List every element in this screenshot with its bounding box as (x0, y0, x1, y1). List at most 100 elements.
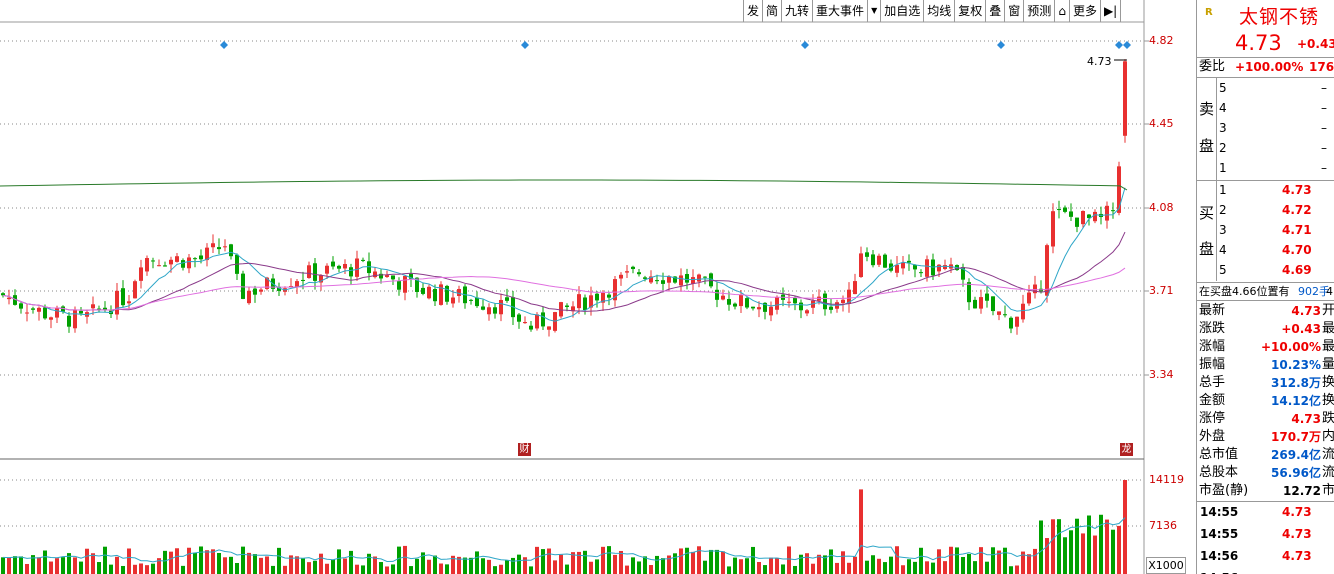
volume-bar (859, 489, 863, 574)
candle-body (541, 312, 545, 327)
sell-level: 4 (1219, 101, 1227, 115)
volume-bar (433, 555, 437, 574)
candle-body (493, 307, 497, 314)
volume-bar (583, 550, 587, 574)
last-price-label: 4.73 (1087, 55, 1112, 68)
buy-price[interactable]: 4.73 (1282, 181, 1312, 199)
volume-bar (313, 560, 317, 574)
candle-body (751, 306, 755, 309)
volume-bar (1003, 547, 1007, 574)
candle-body (625, 271, 629, 273)
volume-bar (787, 546, 791, 574)
dragon-tiger-marker[interactable]: 龙 (1120, 443, 1133, 456)
tick-price: 4.73 (1282, 527, 1312, 541)
volume-bar (835, 562, 839, 574)
sell-price[interactable]: – (1321, 79, 1327, 97)
volume-bar (1015, 565, 1019, 574)
volume-bar (7, 557, 11, 574)
volume-bar (751, 546, 755, 574)
candle-body (133, 281, 137, 299)
candle-body (937, 264, 941, 272)
volume-bar (481, 558, 485, 574)
candle-body (301, 279, 305, 281)
candle-body (1111, 210, 1115, 212)
kline-chart[interactable] (0, 0, 1196, 574)
volume-bar (661, 558, 665, 574)
candle-body (253, 288, 257, 295)
volume-bar (649, 565, 653, 574)
candle-body (451, 297, 455, 304)
candle-body (1081, 210, 1085, 225)
candle-body (547, 326, 551, 330)
volume-bar (13, 556, 17, 574)
volume-bar (415, 558, 419, 574)
candle-body (91, 304, 95, 309)
candle-body (259, 289, 263, 292)
candle-body (49, 317, 53, 320)
sell-price[interactable]: – (1321, 119, 1327, 137)
sell-level: 1 (1219, 161, 1227, 175)
volume-bar (1033, 548, 1037, 574)
candle-body (193, 258, 197, 260)
stat-tail: 流 (1322, 465, 1334, 480)
sell-price[interactable]: – (1321, 99, 1327, 117)
tick-price: 4.73 (1282, 505, 1312, 519)
candle-body (883, 254, 887, 268)
sell-price[interactable]: – (1321, 139, 1327, 157)
volume-bar (745, 558, 749, 574)
sell-level: 2 (1219, 141, 1227, 155)
stat-label: 市盈(静) (1199, 483, 1249, 498)
volume-bar (1045, 538, 1049, 574)
stat-label: 涨停 (1199, 411, 1226, 426)
volume-bar (499, 564, 503, 574)
candle-body (583, 297, 587, 311)
candle-body (223, 246, 227, 248)
candle-body (1069, 211, 1073, 217)
candle-body (1075, 217, 1079, 227)
buy-price[interactable]: 4.71 (1282, 221, 1312, 239)
candle-body (241, 273, 245, 299)
candle-body (793, 297, 797, 304)
sell-price[interactable]: – (1321, 159, 1327, 177)
volume-bar (727, 566, 731, 574)
candle-body (25, 312, 29, 314)
volume-bar (109, 564, 113, 574)
volume-bar (409, 566, 413, 574)
volume-bar (955, 547, 959, 574)
volume-bar (139, 563, 143, 574)
stat-tail: 开 (1322, 303, 1334, 318)
candle-body (1003, 314, 1007, 316)
volume-bar (295, 556, 299, 574)
candle-body (1033, 284, 1037, 294)
buy-price[interactable]: 4.70 (1282, 241, 1312, 259)
volume-bar (193, 552, 197, 574)
buy-level: 4 (1219, 243, 1227, 257)
volume-bar (355, 564, 359, 574)
volume-bar (967, 553, 971, 574)
buy-price[interactable]: 4.72 (1282, 201, 1312, 219)
volume-bar (829, 549, 833, 574)
stat-tail: 市 (1322, 483, 1334, 498)
volume-bar (49, 561, 53, 574)
candle-body (349, 267, 353, 277)
volume-bar (163, 550, 167, 574)
candle-body (769, 306, 773, 316)
volume-bar (805, 553, 809, 574)
volume-bar (547, 548, 551, 574)
r-badge: R (1205, 7, 1213, 18)
candle-body (991, 296, 995, 312)
candle-body (211, 243, 215, 248)
volume-bar (853, 556, 857, 574)
volume-unit-label: X1000 (1146, 557, 1186, 574)
quote-panel: R 太钢不锈 4.73 +0.43 委比 +100.00% 176 卖 盘 5 … (1196, 0, 1334, 574)
buy-price[interactable]: 4.69 (1282, 261, 1312, 279)
volume-bar (1105, 519, 1109, 574)
buy-label-1: 买 (1199, 204, 1215, 222)
financial-report-marker[interactable]: 财 (518, 443, 531, 456)
event-diamond-icon (801, 41, 809, 49)
candle-body (733, 303, 737, 307)
volume-tick-label: 7136 (1149, 519, 1177, 532)
volume-bar (619, 550, 623, 574)
stat-tail: 换 (1322, 375, 1334, 390)
candle-body (385, 275, 389, 278)
